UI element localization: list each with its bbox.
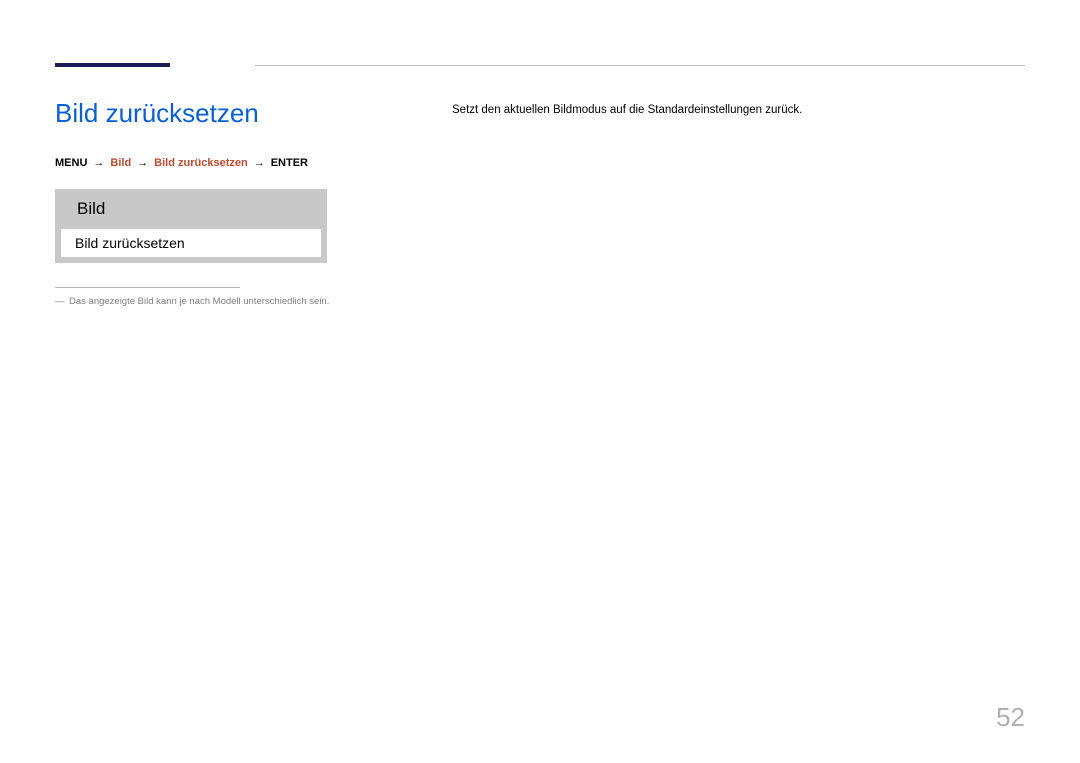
footnote-marker: ―: [55, 296, 69, 307]
breadcrumb-crumb-2: Bild zurücksetzen: [154, 157, 248, 169]
breadcrumb: MENU → Bild → Bild zurücksetzen → ENTER: [55, 157, 415, 169]
description-text: Setzt den aktuellen Bildmodus auf die St…: [452, 102, 1025, 119]
top-divider: [255, 65, 1025, 66]
breadcrumb-crumb-1: Bild: [110, 157, 131, 169]
right-column: Setzt den aktuellen Bildmodus auf die St…: [452, 102, 1025, 119]
accent-bar: [55, 63, 170, 67]
footnote: ―Das angezeigte Bild kann je nach Modell…: [55, 296, 415, 307]
arrow-icon: →: [137, 157, 148, 169]
menu-mock-item: Bild zurücksetzen: [61, 229, 321, 257]
on-screen-menu-mock: Bild Bild zurücksetzen: [55, 189, 327, 263]
page-title: Bild zurücksetzen: [55, 98, 415, 129]
left-column: Bild zurücksetzen MENU → Bild → Bild zur…: [55, 98, 415, 307]
arrow-icon: →: [93, 157, 104, 169]
breadcrumb-menu: MENU: [55, 157, 87, 169]
footnote-divider: [55, 287, 240, 288]
page-number: 52: [996, 702, 1025, 733]
menu-mock-title: Bild: [55, 189, 327, 229]
footnote-text: Das angezeigte Bild kann je nach Modell …: [69, 296, 329, 307]
breadcrumb-enter: ENTER: [271, 157, 308, 169]
page-container: Bild zurücksetzen MENU → Bild → Bild zur…: [0, 0, 1080, 63]
arrow-icon: →: [254, 157, 265, 169]
